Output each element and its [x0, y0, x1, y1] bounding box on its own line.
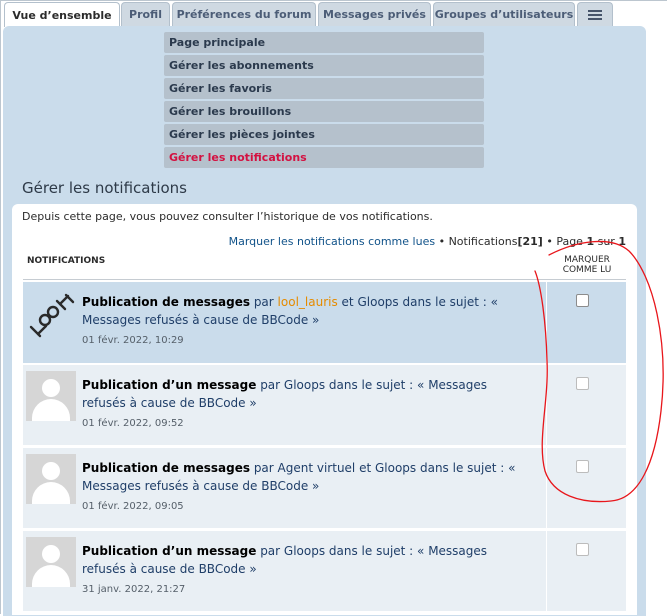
- submenu-item-front-page[interactable]: Page principale: [164, 32, 484, 53]
- hamburger-icon: [588, 8, 602, 22]
- notification-time: 31 janv. 2022, 21:27: [82, 584, 186, 595]
- notification-by: par: [253, 295, 274, 309]
- separator: •: [546, 235, 553, 248]
- notification-title: Publication de messages: [82, 461, 250, 475]
- notification-in-topic: dans le sujet :: [402, 295, 487, 309]
- submenu-item-notifications[interactable]: Gérer les notifications: [164, 147, 484, 168]
- column-header-mark-read: MARQUER COMME LU: [562, 255, 612, 275]
- notifications-count: [21]: [517, 235, 543, 248]
- notification-title: Publication d’un message: [82, 378, 257, 392]
- default-avatar-icon: [26, 454, 76, 504]
- notifications-card: Depuis cette page, vous pouvez consulter…: [12, 204, 637, 615]
- tab-user-groups[interactable]: Groupes d’utilisateurs: [433, 2, 575, 26]
- default-avatar-icon: [26, 371, 76, 421]
- page-of: sur: [597, 235, 615, 248]
- notification-text[interactable]: Publication d’un message par Gloops dans…: [82, 376, 534, 412]
- notification-title: Publication de messages: [82, 295, 250, 309]
- notification-text[interactable]: Publication d’un message par Gloops dans…: [82, 542, 534, 578]
- page-title: Gérer les notifications: [22, 179, 187, 197]
- loop-logo-icon: [26, 290, 76, 340]
- mark-read-checkbox[interactable]: [576, 294, 589, 307]
- forum-ucp-window: Vue d’ensemble Profil Préférences du for…: [0, 0, 667, 616]
- notification-time: 01 févr. 2022, 09:05: [82, 501, 184, 512]
- notifications-count-label: Notifications: [448, 235, 518, 248]
- mark-read-checkbox[interactable]: [576, 377, 589, 390]
- tab-more-menu[interactable]: [577, 2, 613, 26]
- notification-title: Publication d’un message: [82, 544, 257, 558]
- ucp-submenu: Page principale Gérer les abonnements Gé…: [164, 32, 484, 170]
- page-total: 1: [618, 235, 626, 248]
- submenu-item-subscriptions[interactable]: Gérer les abonnements: [164, 55, 484, 76]
- submenu-item-drafts[interactable]: Gérer les brouillons: [164, 101, 484, 122]
- notification-and: et: [341, 295, 354, 309]
- mark-read-checkbox[interactable]: [576, 543, 589, 556]
- notification-text[interactable]: Publication de messages par lool_lauris …: [82, 293, 534, 329]
- username-link[interactable]: Gloops: [357, 295, 398, 309]
- tab-private-messages[interactable]: Messages privés: [318, 2, 431, 26]
- tab-overview[interactable]: Vue d’ensemble: [4, 2, 120, 27]
- submenu-item-attachments[interactable]: Gérer les pièces jointes: [164, 124, 484, 145]
- pagination-bar: Marquer les notifications comme lues • N…: [229, 235, 626, 248]
- page-current: 1: [586, 235, 595, 248]
- tab-forum-preferences[interactable]: Préférences du forum: [172, 2, 316, 26]
- column-header-notifications: NOTIFICATIONS: [27, 256, 106, 266]
- notification-time: 01 févr. 2022, 09:52: [82, 418, 184, 429]
- tab-profile[interactable]: Profil: [121, 2, 170, 26]
- mark-read-checkbox[interactable]: [576, 460, 589, 473]
- notification-text[interactable]: Publication de messages par Agent virtue…: [82, 459, 534, 495]
- mark-all-read-link[interactable]: Marquer les notifications comme lues: [229, 235, 435, 248]
- username-link[interactable]: lool_lauris: [278, 295, 338, 309]
- page-label: Page: [556, 235, 583, 248]
- ucp-tabs: Vue d’ensemble Profil Préférences du for…: [1, 1, 667, 27]
- intro-text: Depuis cette page, vous pouvez consulter…: [22, 210, 433, 223]
- notification-time: 01 févr. 2022, 10:29: [82, 335, 184, 346]
- header-divider: [23, 279, 626, 280]
- submenu-item-bookmarks[interactable]: Gérer les favoris: [164, 78, 484, 99]
- default-avatar-icon: [26, 537, 76, 587]
- separator: •: [438, 235, 446, 248]
